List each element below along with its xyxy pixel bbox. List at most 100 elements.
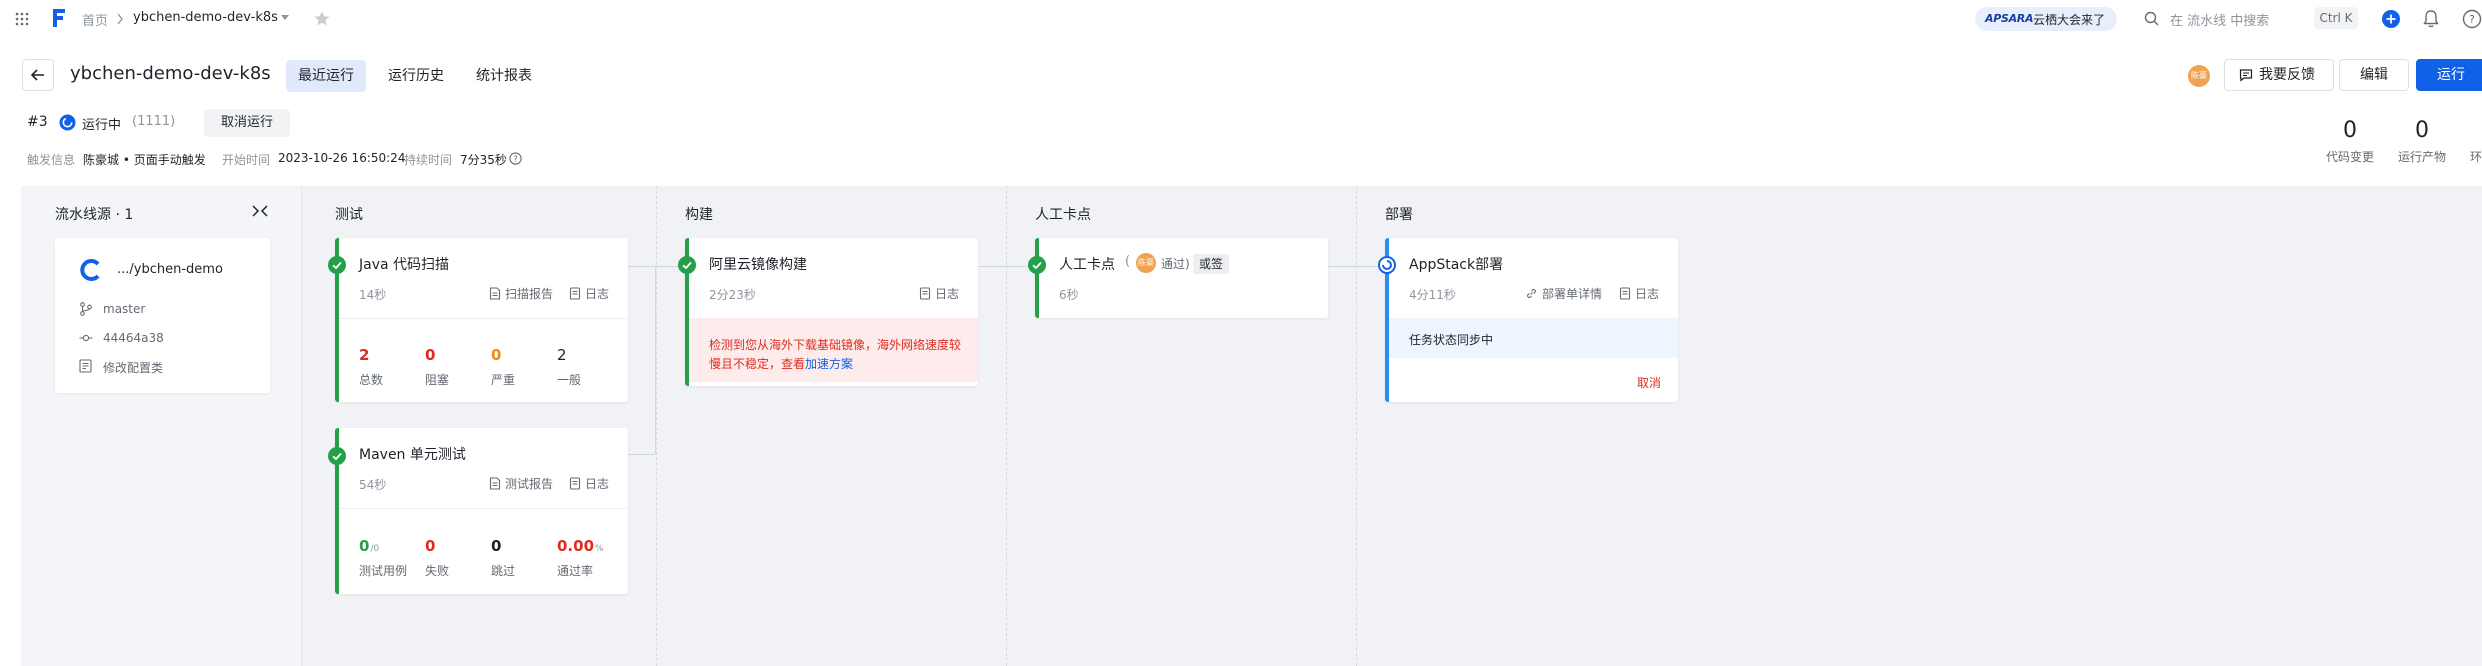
create-plus-icon[interactable]	[2381, 9, 2401, 29]
stage-test: 测试	[335, 207, 363, 223]
log-link[interactable]: 日志	[919, 285, 959, 302]
metric-blocker-label: 阻塞	[425, 373, 450, 387]
back-button[interactable]	[22, 59, 54, 91]
environment-label: 环	[2470, 150, 2482, 164]
card-divider	[339, 508, 628, 509]
acceleration-plan-link[interactable]: 加速方案	[805, 357, 853, 371]
search-icon	[2144, 11, 2159, 26]
favorite-star-icon[interactable]	[313, 10, 331, 28]
notification-bell-icon[interactable]	[2422, 9, 2440, 29]
metric-total-value: 2	[359, 346, 370, 364]
deploy-detail-label: 部署单详情	[1542, 287, 1603, 301]
stage-divider	[656, 186, 657, 666]
metric-testcases-unit: /0	[370, 544, 380, 554]
approval-status: 通过)	[1161, 257, 1190, 271]
breadcrumb-home[interactable]: 首页	[82, 10, 108, 29]
metric-failed-value: 0	[425, 537, 436, 555]
deploy-detail-link[interactable]: 部署单详情	[1525, 285, 1602, 302]
source-repo-name[interactable]: .../ybchen-demo	[117, 262, 223, 277]
stage-divider	[1006, 186, 1007, 666]
log-label: 日志	[1635, 287, 1660, 301]
warning-text-line2: 慢且不稳定，查看加速方案	[709, 355, 853, 372]
job-card-appstack-deploy[interactable]: AppStack部署 4分11秒 部署单详情 日志 任务状态同步中 取消	[1385, 238, 1678, 402]
caret-down-icon[interactable]	[280, 14, 290, 22]
metric-normal-value: 2	[557, 346, 567, 364]
metric-total-label: 总数	[359, 373, 384, 387]
or-sign-tag: 或签	[1193, 253, 1230, 274]
success-check-icon	[328, 447, 346, 465]
success-check-icon	[328, 256, 346, 274]
artifacts-label: 运行产物	[2398, 150, 2447, 164]
source-card[interactable]: .../ybchen-demo master 44464a38 修改配置类	[55, 238, 270, 393]
feedback-button[interactable]: 我要反馈	[2224, 59, 2334, 91]
promo-banner[interactable]: APSARA 云栖大会来了	[1975, 7, 2117, 31]
codeup-repo-icon	[79, 258, 103, 282]
artifacts-count[interactable]: 0	[2392, 118, 2452, 143]
job-connector	[655, 266, 656, 454]
flow-logo-icon[interactable]	[50, 7, 68, 29]
overseas-network-warning: 检测到您从海外下载基础镜像，海外网络速度较 慢且不稳定，查看加速方案	[689, 318, 978, 382]
breadcrumb-pipeline[interactable]: ybchen-demo-dev-k8s	[133, 10, 278, 25]
trigger-label: 触发信息	[27, 153, 76, 167]
code-changes-count[interactable]: 0	[2320, 118, 2380, 143]
branch-icon	[79, 302, 93, 316]
job-duration: 54秒	[359, 478, 387, 492]
trigger-value: 陈豪城 • 页面手动触发	[83, 153, 206, 167]
job-duration: 14秒	[359, 288, 387, 302]
tab-recent-runs[interactable]: 最近运行	[286, 60, 366, 92]
test-report-link[interactable]: 测试报告	[489, 475, 553, 492]
top-navigation-bar: 首页 ybchen-demo-dev-k8s APSARA 云栖大会来了 在 流…	[0, 0, 2482, 38]
job-card-manual-gate[interactable]: 人工卡点 ( 陈豪 通过) 或签 6秒	[1035, 238, 1328, 318]
metric-critical-label: 严重	[491, 373, 516, 387]
source-column-header: 流水线源 · 1	[55, 207, 134, 223]
user-avatar[interactable]: 陈豪	[2188, 65, 2210, 87]
search-input[interactable]: 在 流水线 中搜索	[2170, 10, 2269, 29]
warning-text-line1: 检测到您从海外下载基础镜像，海外网络速度较	[709, 338, 962, 352]
cancel-run-button[interactable]: 取消运行	[204, 109, 290, 137]
scan-report-link[interactable]: 扫描报告	[489, 285, 553, 302]
success-check-icon	[1028, 256, 1046, 274]
test-report-label: 测试报告	[505, 477, 554, 491]
pipeline-run-page: 首页 ybchen-demo-dev-k8s APSARA 云栖大会来了 在 流…	[0, 0, 2482, 666]
approver-paren: (	[1125, 254, 1131, 269]
metric-testcases-label: 测试用例	[359, 564, 408, 578]
duration-label: 持续时间	[404, 153, 453, 167]
job-card-maven-test[interactable]: Maven 单元测试 54秒 测试报告 日志 0/0 测试用例 0 失败 0 跳…	[335, 428, 628, 594]
edit-button[interactable]: 编辑	[2339, 59, 2409, 91]
app-grid-icon[interactable]	[14, 11, 30, 27]
cancel-deploy-button[interactable]: 取消	[1637, 374, 1661, 391]
job-title: AppStack部署	[1409, 257, 1504, 273]
tab-statistics[interactable]: 统计报表	[464, 60, 544, 92]
metric-skipped-value: 0	[491, 537, 502, 555]
success-check-icon	[678, 256, 696, 274]
duration-help-icon[interactable]: ?	[509, 152, 522, 165]
running-status-icon	[1378, 256, 1396, 274]
job-title: Java 代码扫描	[359, 257, 450, 273]
help-icon[interactable]: ?	[2462, 9, 2482, 29]
log-link[interactable]: 日志	[1619, 285, 1659, 302]
metric-skipped-label: 跳过	[491, 564, 516, 578]
running-status-icon	[59, 114, 76, 131]
job-card-java-scan[interactable]: Java 代码扫描 14秒 扫描报告 日志 2 总数 0 阻塞 0 严重 2 一…	[335, 238, 628, 402]
log-link[interactable]: 日志	[569, 285, 609, 302]
collapse-toggle-icon[interactable]	[251, 204, 269, 218]
source-commit[interactable]: 44464a38	[103, 331, 164, 345]
code-changes-label: 代码变更	[2326, 150, 2375, 164]
duration-value: 7分35秒	[460, 153, 507, 167]
tab-run-history[interactable]: 运行历史	[376, 60, 456, 92]
feedback-icon	[2239, 68, 2253, 82]
log-link[interactable]: 日志	[569, 475, 609, 492]
stage-deploy: 部署	[1385, 207, 1413, 223]
metric-passrate-label: 通过率	[557, 564, 594, 578]
svg-text:?: ?	[2469, 13, 2475, 26]
source-commit-message: 修改配置类	[103, 361, 164, 375]
commit-icon	[79, 331, 93, 345]
job-card-image-build[interactable]: 阿里云镜像构建 2分23秒 日志 检测到您从海外下载基础镜像，海外网络速度较 慢…	[685, 238, 978, 386]
run-status-text: 运行中	[82, 118, 122, 133]
run-button[interactable]: 运行	[2416, 59, 2482, 91]
log-label: 日志	[585, 477, 610, 491]
apsara-logo: APSARA	[1985, 12, 2034, 25]
run-id-count: (1111)	[132, 114, 176, 129]
stage-build: 构建	[685, 207, 713, 223]
feedback-label: 我要反馈	[2259, 67, 2315, 83]
